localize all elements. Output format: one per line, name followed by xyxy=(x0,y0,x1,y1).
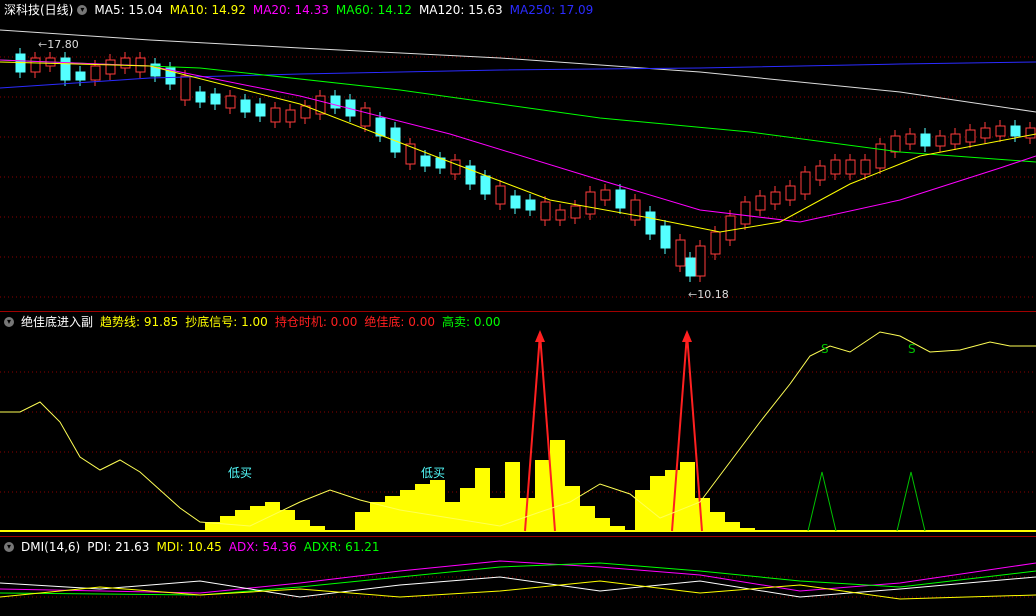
candle-body xyxy=(480,175,491,195)
dmi-chart[interactable] xyxy=(0,537,1036,616)
candle-body xyxy=(845,159,856,175)
spike-arrow-icon xyxy=(535,330,545,342)
histogram-bar xyxy=(580,506,595,531)
candle-body xyxy=(1010,125,1021,137)
histogram-bar xyxy=(535,460,550,531)
histogram-bar xyxy=(460,488,475,531)
histogram-bar xyxy=(355,512,370,531)
candle-body xyxy=(240,99,251,113)
candle-body xyxy=(695,245,706,277)
candle-body xyxy=(950,133,961,145)
candle-body xyxy=(740,201,751,225)
candle-body xyxy=(675,239,686,267)
high-price-label: ←17.80 xyxy=(38,38,79,51)
histogram-bar xyxy=(475,468,490,531)
histogram-bar xyxy=(295,520,310,531)
candle-body xyxy=(645,211,656,235)
histogram-bar xyxy=(370,502,385,531)
histogram-bar xyxy=(505,462,520,531)
candle-body xyxy=(360,107,371,127)
candle-body xyxy=(1025,127,1036,139)
sell-triangle xyxy=(896,471,926,532)
histogram-bar xyxy=(445,502,460,531)
candle-body xyxy=(980,127,991,139)
candle-body xyxy=(540,201,551,221)
candle-body xyxy=(830,159,841,175)
histogram-bar xyxy=(385,496,400,531)
sell-mark: S xyxy=(821,342,829,356)
mdi-line xyxy=(0,580,1036,600)
candle-body xyxy=(120,57,131,69)
histogram-bar xyxy=(415,484,430,531)
candle-body xyxy=(570,205,581,219)
candle-body xyxy=(75,71,86,81)
sell-triangle xyxy=(807,471,837,532)
candle-body xyxy=(815,165,826,181)
histogram-bar xyxy=(250,506,265,531)
candle-body xyxy=(600,189,611,201)
candle-body xyxy=(270,107,281,123)
candle-body xyxy=(770,191,781,205)
indicator-chart[interactable] xyxy=(0,312,1036,536)
candle-body xyxy=(785,185,796,201)
candle-body xyxy=(995,125,1006,137)
candle-body xyxy=(860,159,871,175)
candle-body xyxy=(225,95,236,109)
candle-body xyxy=(965,129,976,143)
candle-body xyxy=(210,93,221,105)
candle-body xyxy=(450,159,461,175)
candle-body xyxy=(685,257,696,277)
candle-body xyxy=(315,95,326,115)
candle-body xyxy=(920,133,931,147)
price-panel[interactable]: 深科技(日线) ▾ MA5: 15.04 MA10: 14.92 MA20: 1… xyxy=(0,0,1036,312)
candle-body xyxy=(660,225,671,249)
low-buy-label: 低买 xyxy=(421,466,446,480)
candle-body xyxy=(180,75,191,101)
candle-body xyxy=(710,231,721,255)
histogram-bar xyxy=(650,476,665,531)
histogram-bar xyxy=(265,502,280,531)
low-buy-label: 低买 xyxy=(228,466,253,480)
dmi-panel[interactable]: ▾ DMI(14,6) PDI: 21.63 MDI: 10.45 ADX: 5… xyxy=(0,537,1036,616)
candlestick-chart[interactable] xyxy=(0,0,1036,312)
candle-body xyxy=(30,57,41,73)
candle-body xyxy=(195,91,206,103)
candle-body xyxy=(495,185,506,205)
candle-body xyxy=(800,171,811,195)
histogram-bar xyxy=(430,480,445,531)
histogram-bar xyxy=(680,462,695,531)
candle-body xyxy=(615,189,626,209)
candle-body xyxy=(285,109,296,123)
candle-body xyxy=(725,215,736,241)
candle-body xyxy=(510,195,521,209)
candle-body xyxy=(105,59,116,75)
low-price-label: ←10.18 xyxy=(688,288,729,301)
candle-body xyxy=(90,65,101,81)
histogram-bar xyxy=(565,486,580,531)
histogram-bar xyxy=(710,512,725,531)
candle-body xyxy=(525,199,536,211)
candle-body xyxy=(630,199,641,221)
candle-body xyxy=(890,135,901,153)
candle-body xyxy=(60,57,71,81)
histogram-bar xyxy=(595,518,610,531)
spike-arrow-icon xyxy=(682,330,692,342)
pdi-line xyxy=(0,576,1036,598)
indicator-panel[interactable]: ▾ 绝佳底进入副 趋势线: 91.85 抄底信号: 1.00 持仓时机: 0.0… xyxy=(0,312,1036,536)
candle-body xyxy=(585,191,596,215)
candle-body xyxy=(755,195,766,211)
candle-body xyxy=(875,143,886,169)
candle-body xyxy=(420,155,431,167)
sell-mark: S xyxy=(908,342,916,356)
histogram-bar xyxy=(725,522,740,531)
candle-body xyxy=(555,209,566,221)
histogram-bar xyxy=(235,510,250,531)
histogram-bar xyxy=(280,510,295,531)
candle-body xyxy=(935,135,946,147)
candle-body xyxy=(375,117,386,137)
candle-body xyxy=(905,133,916,145)
candle-body xyxy=(255,103,266,117)
histogram-bar xyxy=(635,490,650,531)
